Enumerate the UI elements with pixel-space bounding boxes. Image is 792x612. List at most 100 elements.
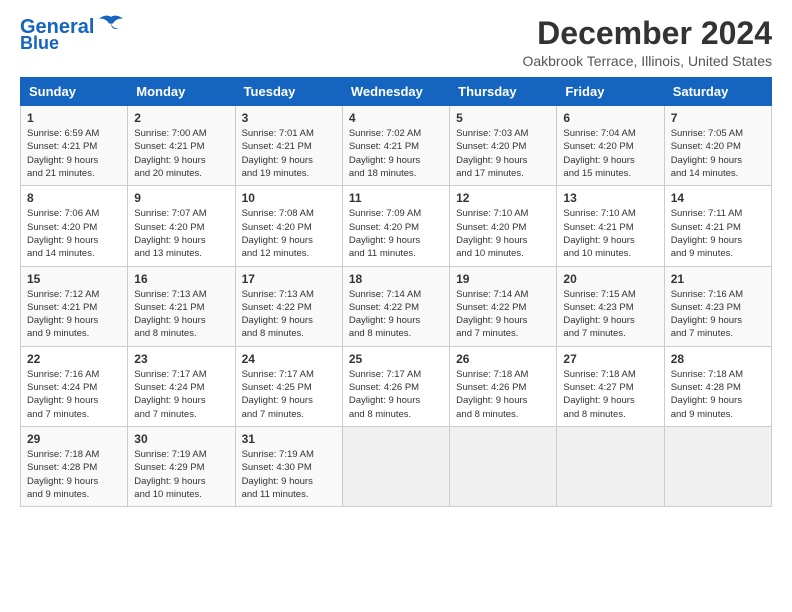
day-number: 13	[563, 191, 657, 205]
calendar-cell: 20 Sunrise: 7:15 AM Sunset: 4:23 PM Dayli…	[557, 266, 664, 346]
day-info: Sunrise: 7:06 AM Sunset: 4:20 PM Dayligh…	[27, 207, 121, 260]
day-number: 16	[134, 272, 228, 286]
page-header: General Blue December 2024 Oakbrook Terr…	[20, 16, 772, 69]
calendar-cell: 6 Sunrise: 7:04 AM Sunset: 4:20 PM Daylig…	[557, 106, 664, 186]
calendar-cell: 21 Sunrise: 7:16 AM Sunset: 4:23 PM Dayli…	[664, 266, 771, 346]
calendar-cell: 4 Sunrise: 7:02 AM Sunset: 4:21 PM Daylig…	[342, 106, 449, 186]
title-section: December 2024 Oakbrook Terrace, Illinois…	[522, 16, 772, 69]
calendar-cell: 31Sunrise: 7:19 AM Sunset: 4:30 PM Dayli…	[235, 426, 342, 506]
day-info: Sunrise: 7:11 AM Sunset: 4:21 PM Dayligh…	[671, 207, 765, 260]
day-number: 31	[242, 432, 336, 446]
logo: General Blue	[20, 16, 125, 54]
day-number: 6	[563, 111, 657, 125]
calendar-week-row: 1 Sunrise: 6:59 AM Sunset: 4:21 PM Daylig…	[21, 106, 772, 186]
calendar-cell: 22Sunrise: 7:16 AM Sunset: 4:24 PM Dayli…	[21, 346, 128, 426]
day-info: Sunrise: 7:17 AM Sunset: 4:25 PM Dayligh…	[242, 368, 336, 421]
day-info: Sunrise: 7:07 AM Sunset: 4:20 PM Dayligh…	[134, 207, 228, 260]
calendar-cell: 8 Sunrise: 7:06 AM Sunset: 4:20 PM Daylig…	[21, 186, 128, 266]
logo-bird-icon	[97, 15, 125, 35]
calendar-cell: 12 Sunrise: 7:10 AM Sunset: 4:20 PM Dayli…	[450, 186, 557, 266]
day-info: Sunrise: 7:01 AM Sunset: 4:21 PM Dayligh…	[242, 127, 336, 180]
page-title: December 2024	[522, 16, 772, 51]
calendar-cell: 29 Sunrise: 7:18 AM Sunset: 4:28 PM Dayli…	[21, 426, 128, 506]
day-info: Sunrise: 7:15 AM Sunset: 4:23 PM Dayligh…	[563, 288, 657, 341]
day-info: Sunrise: 7:05 AM Sunset: 4:20 PM Dayligh…	[671, 127, 765, 180]
day-number: 21	[671, 272, 765, 286]
calendar-cell	[664, 426, 771, 506]
calendar-day-header: Saturday	[664, 78, 771, 106]
day-info: Sunrise: 7:18 AM Sunset: 4:28 PM Dayligh…	[671, 368, 765, 421]
day-info: Sunrise: 7:14 AM Sunset: 4:22 PM Dayligh…	[456, 288, 550, 341]
calendar-cell: 18 Sunrise: 7:14 AM Sunset: 4:22 PM Dayli…	[342, 266, 449, 346]
day-info: Sunrise: 6:59 AM Sunset: 4:21 PM Dayligh…	[27, 127, 121, 180]
day-info: Sunrise: 7:03 AM Sunset: 4:20 PM Dayligh…	[456, 127, 550, 180]
calendar-cell: 1 Sunrise: 6:59 AM Sunset: 4:21 PM Daylig…	[21, 106, 128, 186]
calendar-cell: 24 Sunrise: 7:17 AM Sunset: 4:25 PM Dayli…	[235, 346, 342, 426]
calendar-cell: 10 Sunrise: 7:08 AM Sunset: 4:20 PM Dayli…	[235, 186, 342, 266]
day-info: Sunrise: 7:10 AM Sunset: 4:21 PM Dayligh…	[563, 207, 657, 260]
day-number: 10	[242, 191, 336, 205]
calendar-cell: 13 Sunrise: 7:10 AM Sunset: 4:21 PM Dayli…	[557, 186, 664, 266]
calendar-cell: 19 Sunrise: 7:14 AM Sunset: 4:22 PM Dayli…	[450, 266, 557, 346]
day-number: 28	[671, 352, 765, 366]
day-info: Sunrise: 7:13 AM Sunset: 4:21 PM Dayligh…	[134, 288, 228, 341]
day-number: 22	[27, 352, 121, 366]
calendar-day-header: Tuesday	[235, 78, 342, 106]
calendar-day-header: Friday	[557, 78, 664, 106]
day-info: Sunrise: 7:19 AM Sunset: 4:29 PM Dayligh…	[134, 448, 228, 501]
day-number: 24	[242, 352, 336, 366]
day-info: Sunrise: 7:18 AM Sunset: 4:28 PM Dayligh…	[27, 448, 121, 501]
day-number: 19	[456, 272, 550, 286]
day-info: Sunrise: 7:16 AM Sunset: 4:23 PM Dayligh…	[671, 288, 765, 341]
day-number: 2	[134, 111, 228, 125]
calendar-cell	[557, 426, 664, 506]
day-info: Sunrise: 7:02 AM Sunset: 4:21 PM Dayligh…	[349, 127, 443, 180]
calendar-table: SundayMondayTuesdayWednesdayThursdayFrid…	[20, 77, 772, 507]
day-number: 11	[349, 191, 443, 205]
day-info: Sunrise: 7:13 AM Sunset: 4:22 PM Dayligh…	[242, 288, 336, 341]
day-number: 15	[27, 272, 121, 286]
day-number: 29	[27, 432, 121, 446]
day-number: 4	[349, 111, 443, 125]
calendar-cell: 2 Sunrise: 7:00 AM Sunset: 4:21 PM Daylig…	[128, 106, 235, 186]
calendar-cell: 15 Sunrise: 7:12 AM Sunset: 4:21 PM Dayli…	[21, 266, 128, 346]
calendar-day-header: Monday	[128, 78, 235, 106]
calendar-cell: 11 Sunrise: 7:09 AM Sunset: 4:20 PM Dayli…	[342, 186, 449, 266]
day-info: Sunrise: 7:10 AM Sunset: 4:20 PM Dayligh…	[456, 207, 550, 260]
day-number: 26	[456, 352, 550, 366]
day-info: Sunrise: 7:17 AM Sunset: 4:26 PM Dayligh…	[349, 368, 443, 421]
day-number: 18	[349, 272, 443, 286]
day-info: Sunrise: 7:08 AM Sunset: 4:20 PM Dayligh…	[242, 207, 336, 260]
day-number: 25	[349, 352, 443, 366]
day-number: 8	[27, 191, 121, 205]
calendar-header-row: SundayMondayTuesdayWednesdayThursdayFrid…	[21, 78, 772, 106]
day-info: Sunrise: 7:12 AM Sunset: 4:21 PM Dayligh…	[27, 288, 121, 341]
calendar-cell: 26Sunrise: 7:18 AM Sunset: 4:26 PM Dayli…	[450, 346, 557, 426]
day-number: 1	[27, 111, 121, 125]
calendar-week-row: 22Sunrise: 7:16 AM Sunset: 4:24 PM Dayli…	[21, 346, 772, 426]
calendar-cell: 7 Sunrise: 7:05 AM Sunset: 4:20 PM Daylig…	[664, 106, 771, 186]
day-info: Sunrise: 7:00 AM Sunset: 4:21 PM Dayligh…	[134, 127, 228, 180]
day-number: 27	[563, 352, 657, 366]
calendar-cell: 30Sunrise: 7:19 AM Sunset: 4:29 PM Dayli…	[128, 426, 235, 506]
day-info: Sunrise: 7:09 AM Sunset: 4:20 PM Dayligh…	[349, 207, 443, 260]
calendar-cell: 3Sunrise: 7:01 AM Sunset: 4:21 PM Daylig…	[235, 106, 342, 186]
day-number: 20	[563, 272, 657, 286]
calendar-cell: 5Sunrise: 7:03 AM Sunset: 4:20 PM Daylig…	[450, 106, 557, 186]
day-number: 9	[134, 191, 228, 205]
calendar-week-row: 15 Sunrise: 7:12 AM Sunset: 4:21 PM Dayli…	[21, 266, 772, 346]
day-number: 17	[242, 272, 336, 286]
calendar-cell: 28 Sunrise: 7:18 AM Sunset: 4:28 PM Dayli…	[664, 346, 771, 426]
day-info: Sunrise: 7:04 AM Sunset: 4:20 PM Dayligh…	[563, 127, 657, 180]
day-number: 7	[671, 111, 765, 125]
day-info: Sunrise: 7:14 AM Sunset: 4:22 PM Dayligh…	[349, 288, 443, 341]
calendar-cell: 16 Sunrise: 7:13 AM Sunset: 4:21 PM Dayli…	[128, 266, 235, 346]
day-number: 12	[456, 191, 550, 205]
calendar-day-header: Wednesday	[342, 78, 449, 106]
calendar-day-header: Thursday	[450, 78, 557, 106]
logo-blue-text: Blue	[20, 34, 59, 54]
page-subtitle: Oakbrook Terrace, Illinois, United State…	[522, 53, 772, 69]
calendar-cell: 27Sunrise: 7:18 AM Sunset: 4:27 PM Dayli…	[557, 346, 664, 426]
calendar-cell	[450, 426, 557, 506]
calendar-cell: 25 Sunrise: 7:17 AM Sunset: 4:26 PM Dayli…	[342, 346, 449, 426]
